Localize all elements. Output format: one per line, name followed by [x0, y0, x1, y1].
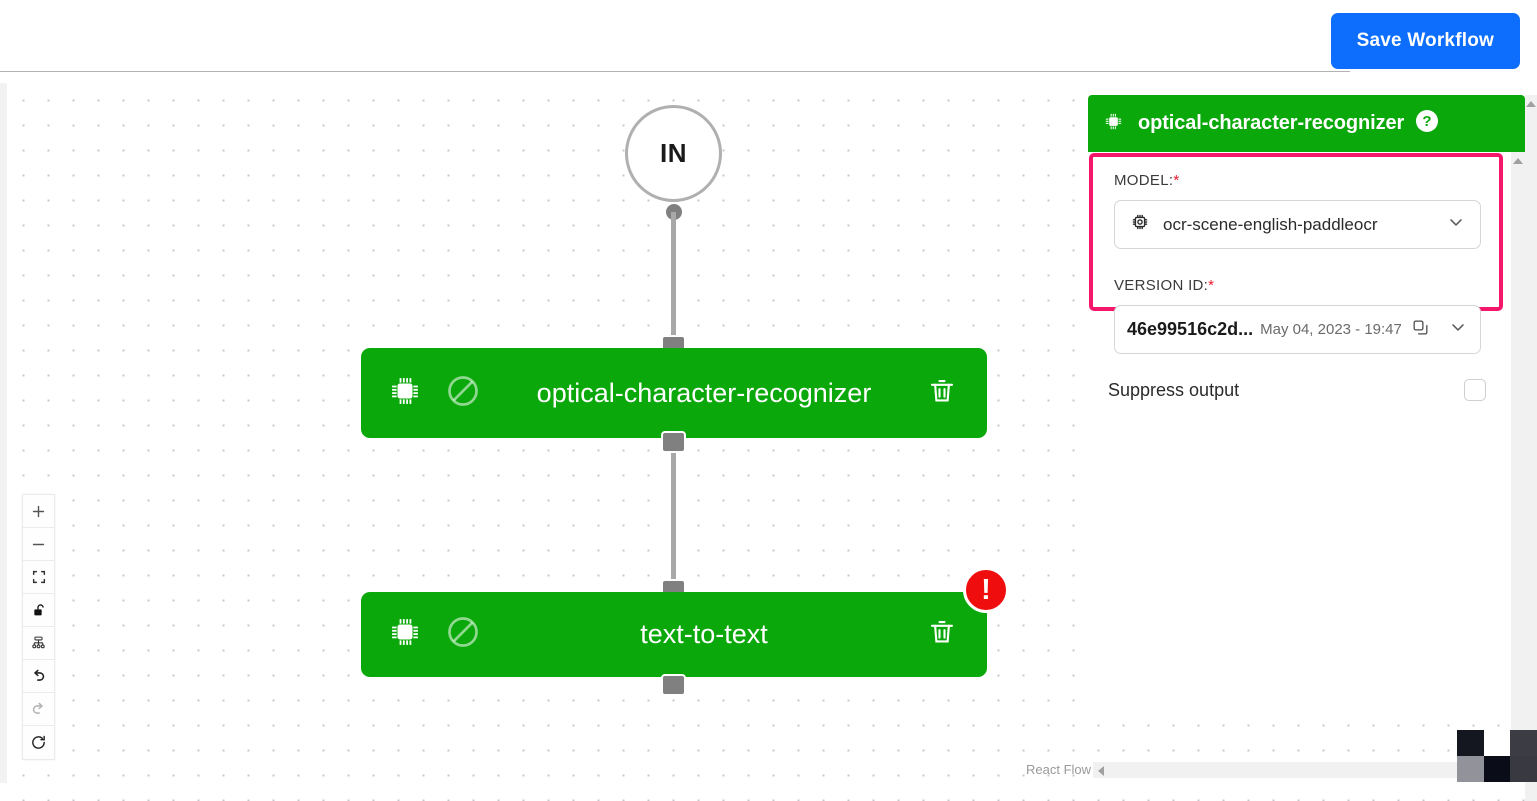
scroll-up-arrow-icon[interactable]	[1526, 101, 1536, 107]
workflow-editor-page: Save Workflow IN optical-character-recog…	[0, 0, 1537, 801]
edge-in-to-ocr	[671, 212, 676, 350]
version-field-label: VERSION ID:*	[1114, 277, 1215, 294]
node-optical-character-recognizer[interactable]: optical-character-recognizer	[361, 348, 987, 438]
input-node[interactable]: IN	[625, 105, 722, 202]
zoom-out-button[interactable]	[23, 528, 54, 561]
scroll-up-arrow-icon[interactable]	[1513, 158, 1523, 164]
trash-icon[interactable]	[927, 376, 957, 411]
corner-color-blocks	[1457, 730, 1537, 782]
svg-text:?: ?	[1423, 113, 1432, 130]
panel-header: optical-character-recognizer ?	[1088, 95, 1525, 152]
t2t-node-output-handle[interactable]	[661, 674, 686, 696]
top-bar-divider	[0, 71, 1350, 72]
zoom-in-button[interactable]	[23, 495, 54, 528]
model-select[interactable]: ocr-scene-english-paddleocr	[1114, 200, 1481, 249]
copy-icon[interactable]	[1411, 318, 1430, 342]
chip-icon	[1102, 110, 1125, 138]
disable-icon[interactable]	[445, 614, 481, 655]
redo-button[interactable]	[23, 693, 54, 726]
required-fields-highlight: MODEL:* ocr-scene-english-paddleocr VERS…	[1089, 153, 1503, 354]
corner-cell	[1510, 730, 1537, 756]
chip-icon	[1129, 211, 1151, 238]
help-circle-icon[interactable]: ?	[1415, 109, 1439, 138]
chevron-down-icon[interactable]	[1446, 212, 1466, 237]
node-settings-panel: optical-character-recognizer ? MODEL:* o…	[1088, 95, 1525, 715]
model-field-label: MODEL:*	[1114, 172, 1180, 189]
lock-toggle-button[interactable]	[23, 594, 54, 627]
suppress-output-checkbox[interactable]	[1464, 379, 1486, 401]
outer-vertical-scrollbar[interactable]	[1525, 95, 1537, 801]
node-label: optical-character-recognizer	[536, 377, 872, 408]
corner-cell	[1483, 730, 1511, 756]
reset-button[interactable]	[23, 726, 54, 759]
fit-view-button[interactable]	[23, 561, 54, 594]
suppress-output-row: Suppress output	[1108, 375, 1486, 405]
chip-icon	[387, 614, 423, 655]
version-date-value: May 04, 2023 - 19:47	[1260, 321, 1402, 338]
version-id-value: 46e99516c2d...	[1127, 319, 1254, 339]
corner-cell	[1457, 730, 1484, 756]
canvas-left-edge	[0, 83, 7, 783]
top-bar: Save Workflow	[0, 0, 1537, 83]
trash-icon[interactable]	[927, 617, 957, 652]
disable-icon[interactable]	[445, 373, 481, 414]
suppress-output-label: Suppress output	[1108, 379, 1240, 400]
node-error-badge[interactable]: !	[963, 567, 1009, 613]
chip-icon	[387, 373, 423, 414]
save-workflow-button[interactable]: Save Workflow	[1330, 13, 1520, 69]
auto-layout-button[interactable]	[23, 627, 54, 660]
corner-cell	[1457, 756, 1484, 782]
node-text-to-text[interactable]: text-to-text	[361, 592, 987, 677]
corner-cell	[1483, 756, 1511, 782]
version-select[interactable]: 46e99516c2d... May 04, 2023 - 19:47	[1114, 305, 1481, 354]
scroll-left-arrow-icon[interactable]	[1098, 766, 1104, 776]
model-select-value: ocr-scene-english-paddleocr	[1163, 214, 1378, 234]
undo-button[interactable]	[23, 660, 54, 693]
panel-title: optical-character-recognizer	[1138, 112, 1405, 134]
ocr-node-output-handle[interactable]	[661, 431, 686, 453]
chevron-down-icon[interactable]	[1448, 317, 1468, 342]
node-label: text-to-text	[640, 619, 768, 649]
canvas-controls-toolbar	[22, 494, 55, 760]
edge-ocr-to-t2t	[671, 440, 676, 588]
panel-vertical-scrollbar[interactable]	[1511, 152, 1525, 752]
react-flow-attribution[interactable]: React Flow	[1026, 762, 1091, 777]
corner-cell	[1510, 756, 1537, 782]
